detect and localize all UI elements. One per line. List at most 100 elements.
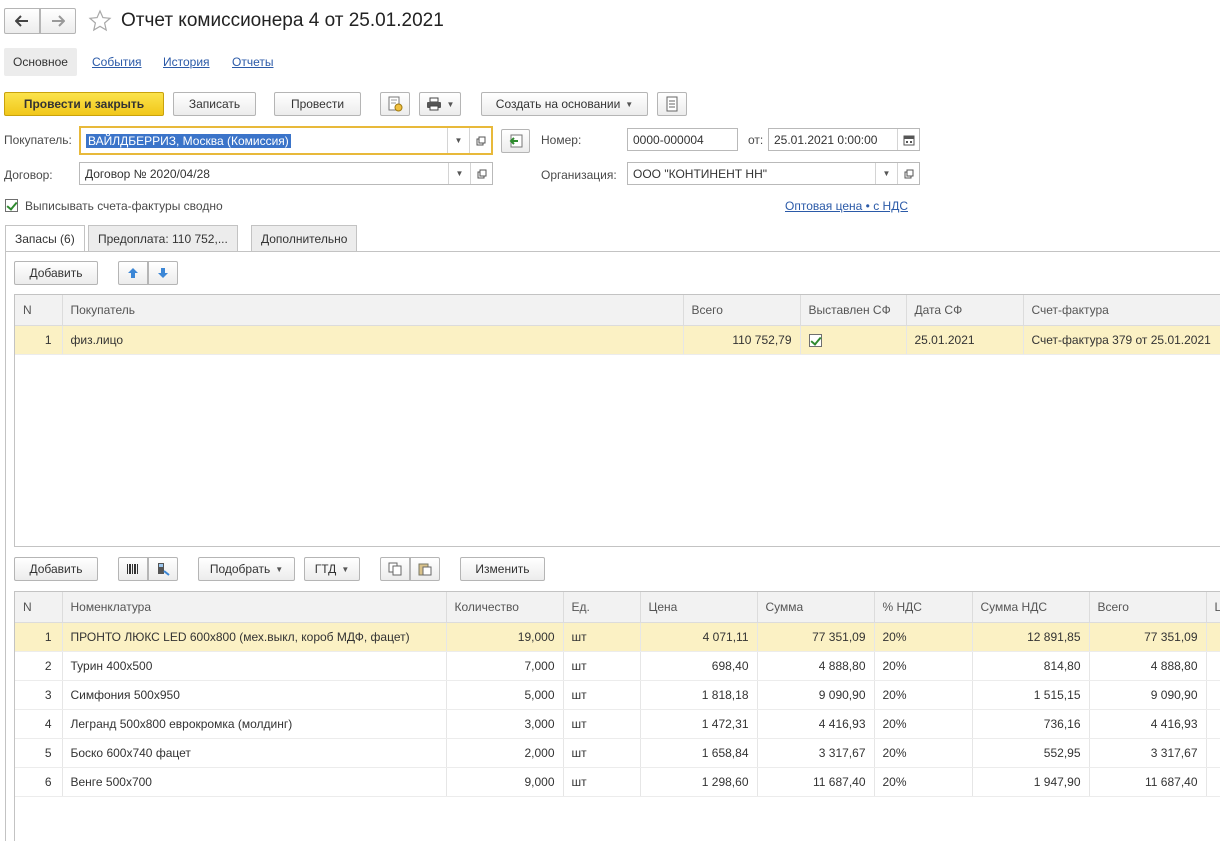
cell-invoice[interactable]: Счет-фактура 379 от 25.01.2021 <box>1023 325 1220 355</box>
tab-history[interactable]: История <box>157 48 216 76</box>
cell-vat-rate[interactable]: 20% <box>874 738 973 768</box>
cell-vat-sum[interactable]: 1 947,90 <box>972 767 1090 797</box>
cell-vat-rate[interactable]: 20% <box>874 680 973 710</box>
cell-quantity[interactable]: 5,000 <box>446 680 564 710</box>
cell-nomenclature[interactable]: Легранд 500х800 еврокромка (молдинг) <box>62 709 447 739</box>
cell-vat-sum[interactable]: 736,16 <box>972 709 1090 739</box>
cell-unit[interactable]: шт <box>563 651 641 681</box>
tab-events[interactable]: События <box>86 48 148 76</box>
cell-extra[interactable] <box>1206 738 1220 768</box>
cell-total[interactable]: 110 752,79 <box>683 325 801 355</box>
cell-extra[interactable] <box>1206 709 1220 739</box>
cell-unit[interactable]: шт <box>563 738 641 768</box>
cell-price[interactable]: 1 658,84 <box>640 738 758 768</box>
cell-price[interactable]: 1 298,60 <box>640 767 758 797</box>
cell-total[interactable]: 11 687,40 <box>1089 767 1207 797</box>
table-row[interactable]: 1 физ.лицо 110 752,79 25.01.2021 Счет-фа… <box>15 325 1220 355</box>
cell-total[interactable]: 4 888,80 <box>1089 651 1207 681</box>
star-icon[interactable] <box>88 9 112 36</box>
col-invoice-issued[interactable]: Выставлен СФ <box>800 295 907 326</box>
open-icon[interactable] <box>469 128 491 153</box>
gtd-button[interactable]: ГТД ▼ <box>304 557 360 581</box>
cell-total[interactable]: 77 351,09 <box>1089 622 1207 652</box>
cell-unit[interactable]: шт <box>563 680 641 710</box>
cell-nomenclature[interactable]: Боско 600х740 фацет <box>62 738 447 768</box>
table-row[interactable]: 5 Боско 600х740 фацет 2,000 шт 1 658,84 … <box>15 738 1220 768</box>
cell-buyer[interactable]: физ.лицо <box>62 325 684 355</box>
cell-extra[interactable] <box>1206 680 1220 710</box>
back-button[interactable] <box>4 8 40 34</box>
col-sum[interactable]: Сумма <box>757 592 875 623</box>
buyer-history-button[interactable] <box>501 129 530 153</box>
cell-total[interactable]: 4 416,93 <box>1089 709 1207 739</box>
col-vat-sum[interactable]: Сумма НДС <box>972 592 1090 623</box>
chevron-down-icon[interactable]: ▼ <box>448 163 470 184</box>
col-extra[interactable]: L <box>1206 592 1220 623</box>
cell-extra[interactable] <box>1206 767 1220 797</box>
cell-extra[interactable] <box>1206 622 1220 652</box>
col-n[interactable]: N <box>15 592 63 623</box>
cell-quantity[interactable]: 3,000 <box>446 709 564 739</box>
post-button[interactable]: Провести <box>274 92 361 116</box>
tab-reports[interactable]: Отчеты <box>226 48 279 76</box>
goods-table[interactable]: N Номенклатура Количество Ед. Цена Сумма… <box>14 591 1220 841</box>
cell-unit[interactable]: шт <box>563 709 641 739</box>
cell-price[interactable]: 4 071,11 <box>640 622 758 652</box>
chevron-down-icon[interactable]: ▼ <box>447 128 469 153</box>
paste-rows-button[interactable] <box>410 557 440 581</box>
cell-vat-rate[interactable]: 20% <box>874 709 973 739</box>
cell-total[interactable]: 9 090,90 <box>1089 680 1207 710</box>
data-collection-button[interactable] <box>148 557 178 581</box>
cell-invoice-issued[interactable] <box>800 325 907 355</box>
cell-sum[interactable]: 77 351,09 <box>757 622 875 652</box>
create-based-on-button[interactable]: Создать на основании ▼ <box>481 92 648 116</box>
cell-extra[interactable] <box>1206 651 1220 681</box>
cell-vat-rate[interactable]: 20% <box>874 622 973 652</box>
move-up-button[interactable] <box>118 261 148 285</box>
cell-sum[interactable]: 3 317,67 <box>757 738 875 768</box>
table-row[interactable]: 3 Симфония 500х950 5,000 шт 1 818,18 9 0… <box>15 680 1220 710</box>
price-type-link[interactable]: Оптовая цена • с НДС <box>785 199 908 213</box>
upper-add-button[interactable]: Добавить <box>14 261 98 285</box>
cell-nomenclature[interactable]: Венге 500х700 <box>62 767 447 797</box>
open-icon[interactable] <box>897 163 919 184</box>
organization-field[interactable]: ООО "КОНТИНЕНТ НН" ▼ <box>627 162 920 185</box>
col-total[interactable]: Всего <box>683 295 801 326</box>
col-invoice-date[interactable]: Дата СФ <box>906 295 1024 326</box>
cell-vat-sum[interactable]: 552,95 <box>972 738 1090 768</box>
invoice-summary-checkbox[interactable] <box>5 198 18 213</box>
table-row[interactable]: 4 Легранд 500х800 еврокромка (молдинг) 3… <box>15 709 1220 739</box>
col-vat-rate[interactable]: % НДС <box>874 592 973 623</box>
col-invoice[interactable]: Счет-фактура <box>1023 295 1220 326</box>
cell-sum[interactable]: 9 090,90 <box>757 680 875 710</box>
cell-vat-sum[interactable]: 1 515,15 <box>972 680 1090 710</box>
cell-quantity[interactable]: 9,000 <box>446 767 564 797</box>
cell-vat-rate[interactable]: 20% <box>874 651 973 681</box>
cell-vat-sum[interactable]: 814,80 <box>972 651 1090 681</box>
buyer-field[interactable]: ВАЙЛДБЕРРИЗ, Москва (Комиссия) ▼ <box>79 126 493 155</box>
col-quantity[interactable]: Количество <box>446 592 564 623</box>
checkmark-icon[interactable] <box>808 333 822 347</box>
report-button[interactable] <box>657 92 687 116</box>
cell-nomenclature[interactable]: Турин 400х500 <box>62 651 447 681</box>
table-row[interactable]: 2 Турин 400х500 7,000 шт 698,40 4 888,80… <box>15 651 1220 681</box>
barcode-scan-button[interactable] <box>118 557 148 581</box>
col-total[interactable]: Всего <box>1089 592 1207 623</box>
col-unit[interactable]: Ед. <box>563 592 641 623</box>
tab-stocks[interactable]: Запасы (6) <box>5 225 85 252</box>
forward-button[interactable] <box>40 8 76 34</box>
table-row[interactable]: 1 ПРОНТО ЛЮКС LED 600х800 (мех.выкл, кор… <box>15 622 1220 652</box>
cell-quantity[interactable]: 19,000 <box>446 622 564 652</box>
tab-additional[interactable]: Дополнительно <box>251 225 358 251</box>
tab-prepayment[interactable]: Предоплата: 110 752,... <box>88 225 238 251</box>
cell-unit[interactable]: шт <box>563 622 641 652</box>
cell-total[interactable]: 3 317,67 <box>1089 738 1207 768</box>
col-n[interactable]: N <box>15 295 63 326</box>
cell-vat-rate[interactable]: 20% <box>874 767 973 797</box>
buyers-table[interactable]: N Покупатель Всего Выставлен СФ Дата СФ … <box>14 294 1220 547</box>
cell-unit[interactable]: шт <box>563 767 641 797</box>
lower-add-button[interactable]: Добавить <box>14 557 98 581</box>
date-field[interactable]: 25.01.2021 0:00:00 <box>768 128 920 151</box>
cell-sum[interactable]: 4 416,93 <box>757 709 875 739</box>
table-row[interactable]: 6 Венге 500х700 9,000 шт 1 298,60 11 687… <box>15 767 1220 797</box>
